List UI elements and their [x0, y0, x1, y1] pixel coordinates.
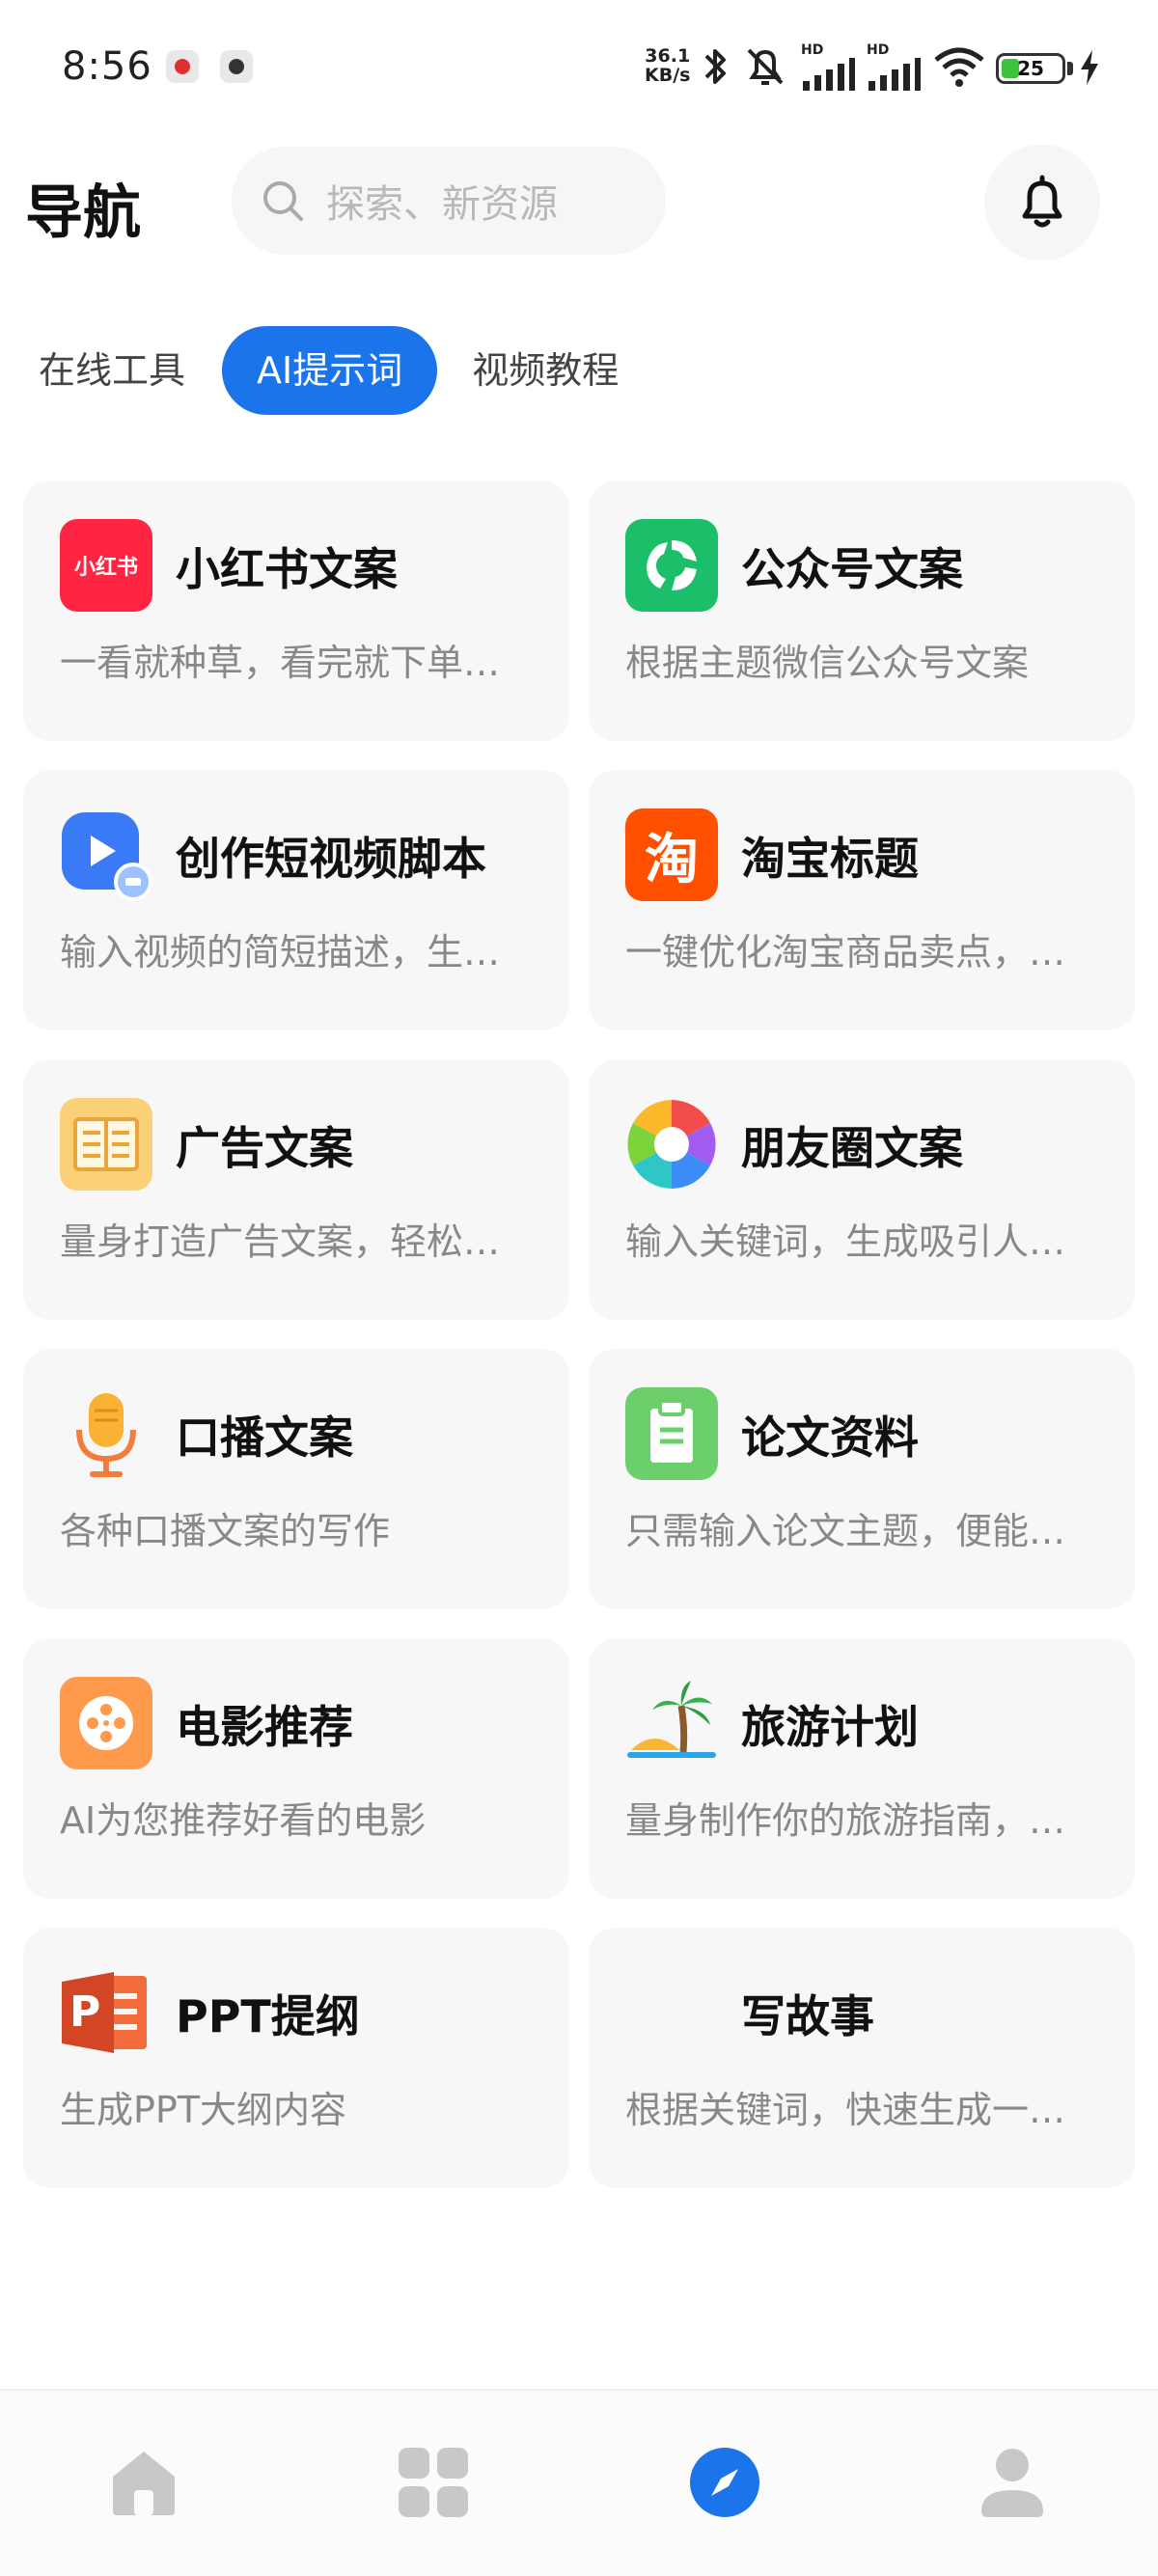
battery-level: 25 [1017, 57, 1044, 80]
bell-icon [1022, 175, 1062, 228]
mute-bell-icon [747, 48, 784, 85]
card-title: 旅游计划 [741, 1701, 919, 1753]
clipboard-icon [625, 1387, 718, 1480]
wifi-icon [934, 47, 984, 87]
card-title: PPT提纲 [176, 1990, 360, 2042]
card-description: 根据关键词，快速生成一… [625, 2089, 1066, 2131]
card-description: 量身制作你的旅游指南，… [625, 1799, 1066, 1842]
card-description: 量身打造广告文案，轻松… [60, 1220, 501, 1263]
card-description: 根据主题微信公众号文案 [625, 642, 1030, 684]
tab-ai-prompts[interactable]: AI提示词 [222, 326, 438, 415]
card-title: 电影推荐 [176, 1701, 353, 1753]
profile-icon [981, 2449, 1043, 2517]
card-title: 论文资料 [741, 1411, 919, 1464]
search-icon [263, 181, 303, 221]
nav-profile[interactable] [969, 2439, 1056, 2526]
card-title: 写故事 [741, 1990, 874, 2042]
xiaohongshu-icon: 小红书 [60, 519, 152, 612]
notification-app-icon [166, 50, 199, 83]
aperture-icon [625, 1098, 718, 1191]
network-speed-value: 36.1 [645, 45, 691, 67]
book-icon [60, 1098, 152, 1191]
film-reel-icon [60, 1677, 152, 1769]
signal-hd-label: HD [801, 42, 824, 58]
card-description: 各种口播文案的写作 [60, 1510, 391, 1552]
page-title: 导航 [25, 179, 141, 247]
card-description: 只需输入论文主题，便能… [625, 1510, 1066, 1552]
prompt-card[interactable]: 小红书 小红书文案 一看就种草，看完就下单… [23, 480, 569, 741]
wechat-official-icon [625, 519, 718, 612]
card-description: AI为您推荐好看的电影 [60, 1799, 427, 1842]
prompt-card[interactable]: 淘 淘宝标题 一键优化淘宝商品卖点，… [589, 770, 1135, 1030]
signal-strength-icon: HD [867, 42, 921, 96]
card-description: 输入视频的简短描述，生… [60, 931, 501, 973]
signal-strength-icon: HD [801, 42, 855, 96]
bluetooth-icon [704, 49, 726, 84]
card-description: 生成PPT大纲内容 [60, 2089, 347, 2131]
card-description: 一看就种草，看完就下单… [60, 642, 501, 684]
card-description: 一键优化淘宝商品卖点，… [625, 931, 1066, 973]
powerpoint-icon: P [60, 1966, 152, 2059]
battery-icon: 25 [996, 53, 1065, 84]
notification-app-icon [220, 50, 253, 83]
bottom-navigation [0, 2389, 1158, 2576]
compass-icon [690, 2448, 759, 2517]
story-icon [625, 1966, 718, 2059]
powerpoint-icon-text: P [69, 1987, 101, 2037]
prompt-card[interactable]: P PPT提纲 生成PPT大纲内容 [23, 1928, 569, 2188]
card-title: 创作短视频脚本 [176, 833, 486, 885]
prompt-card[interactable]: 口播文案 各种口播文案的写作 [23, 1349, 569, 1609]
taobao-icon: 淘 [625, 808, 718, 901]
prompt-card-grid: 小红书 小红书文案 一看就种草，看完就下单… 公众号文案 根据主题微信公众号文案 [23, 480, 1135, 2188]
network-speed-unit: KB/s [645, 65, 691, 86]
card-title: 广告文案 [176, 1122, 353, 1174]
card-title: 朋友圈文案 [741, 1122, 963, 1174]
status-time: 8:56 [62, 44, 152, 89]
short-video-icon [60, 808, 152, 901]
xiaohongshu-icon-text: 小红书 [73, 556, 138, 580]
prompt-card[interactable]: 朋友圈文案 输入关键词，生成吸引人… [589, 1059, 1135, 1320]
card-title: 淘宝标题 [741, 833, 919, 885]
prompt-card[interactable]: 创作短视频脚本 输入视频的简短描述，生… [23, 770, 569, 1030]
page: 8:56 36.1 KB/s HD HD 25 导航 探索、新资源 在线工具 A… [0, 0, 1158, 2576]
category-tabs: 在线工具 AI提示词 视频教程 [39, 326, 619, 415]
prompt-card[interactable]: 写故事 根据关键词，快速生成一… [589, 1928, 1135, 2188]
palm-tree-icon [625, 1677, 718, 1769]
home-icon [113, 2452, 175, 2515]
tab-video-tutorials[interactable]: 视频教程 [472, 326, 619, 415]
signal-hd-label: HD [867, 42, 890, 58]
tab-online-tools[interactable]: 在线工具 [39, 326, 185, 415]
status-bar: 8:56 36.1 KB/s HD HD 25 [0, 0, 1158, 140]
card-title: 公众号文案 [741, 543, 963, 595]
nav-home[interactable] [100, 2439, 187, 2526]
network-speed: 36.1 KB/s [645, 46, 690, 85]
notifications-button[interactable] [984, 145, 1100, 260]
battery-tip [1067, 62, 1073, 75]
prompt-card[interactable]: 广告文案 量身打造广告文案，轻松… [23, 1059, 569, 1320]
prompt-card[interactable]: 电影推荐 AI为您推荐好看的电影 [23, 1638, 569, 1899]
apps-grid-icon [399, 2448, 468, 2517]
nav-apps[interactable] [390, 2439, 477, 2526]
prompt-card[interactable]: 旅游计划 量身制作你的旅游指南，… [589, 1638, 1135, 1899]
nav-discover[interactable] [681, 2439, 768, 2526]
search-placeholder: 探索、新资源 [326, 182, 558, 227]
search-bar[interactable]: 探索、新资源 [232, 147, 666, 255]
card-title: 口播文案 [176, 1411, 353, 1464]
prompt-card[interactable]: 公众号文案 根据主题微信公众号文案 [589, 480, 1135, 741]
card-description: 输入关键词，生成吸引人… [625, 1220, 1066, 1263]
prompt-card[interactable]: 论文资料 只需输入论文主题，便能… [589, 1349, 1135, 1609]
taobao-icon-text: 淘 [645, 828, 699, 891]
card-title: 小红书文案 [176, 543, 398, 595]
charging-icon [1081, 50, 1098, 85]
microphone-icon [60, 1387, 152, 1480]
